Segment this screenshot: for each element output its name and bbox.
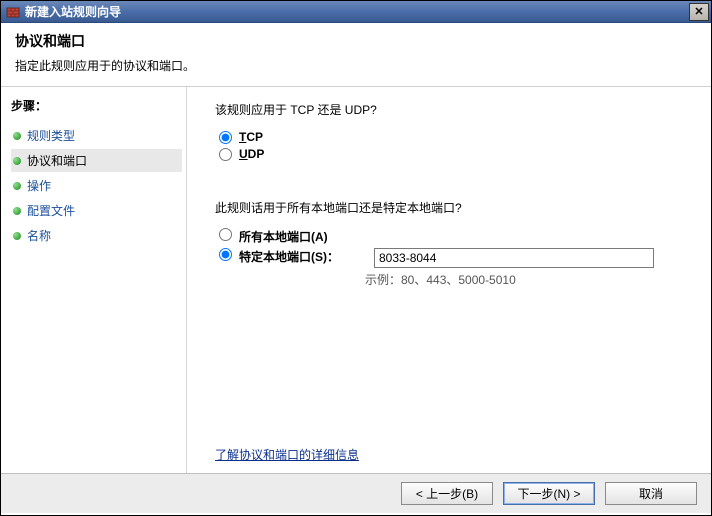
- radio-tcp[interactable]: [219, 131, 232, 144]
- radio-specific-ports-row[interactable]: 特定本地端口(S)：: [219, 248, 683, 268]
- radio-all-ports[interactable]: [219, 228, 232, 241]
- next-button[interactable]: 下一步(N) >: [503, 482, 595, 505]
- step-rule-type[interactable]: 规则类型: [11, 124, 182, 147]
- step-protocol-ports[interactable]: 协议和端口: [11, 149, 182, 172]
- step-profile[interactable]: 配置文件: [11, 199, 182, 222]
- radio-udp-row[interactable]: UDP: [219, 147, 683, 161]
- page-title: 协议和端口: [15, 31, 697, 51]
- cancel-button[interactable]: 取消: [605, 482, 697, 505]
- page-subtitle: 指定此规则应用于的协议和端口。: [15, 57, 697, 74]
- radio-all-ports-label: 所有本地端口(A): [239, 228, 369, 245]
- firewall-icon: [5, 4, 21, 20]
- step-label: 名称: [27, 227, 51, 244]
- bullet-icon: [13, 157, 21, 165]
- wizard-content: 该规则应用于 TCP 还是 UDP? TCP UDP 此规则话用于所有本地端口还…: [187, 87, 711, 473]
- steps-heading: 步骤：: [11, 97, 182, 114]
- close-button[interactable]: ✕: [689, 3, 709, 21]
- radio-specific-ports[interactable]: [219, 248, 232, 261]
- radio-udp[interactable]: [219, 148, 232, 161]
- radio-tcp-row[interactable]: TCP: [219, 130, 683, 144]
- step-name[interactable]: 名称: [11, 224, 182, 247]
- step-label: 协议和端口: [27, 152, 87, 169]
- bullet-icon: [13, 232, 21, 240]
- radio-all-ports-row[interactable]: 所有本地端口(A): [219, 228, 683, 245]
- bullet-icon: [13, 132, 21, 140]
- wizard-sidebar: 步骤： 规则类型 协议和端口 操作 配置文件 名称: [1, 87, 187, 473]
- port-question: 此规则话用于所有本地端口还是特定本地端口?: [215, 199, 683, 216]
- wizard-header: 协议和端口 指定此规则应用于的协议和端口。: [1, 23, 711, 87]
- wizard-footer: < 上一步(B) 下一步(N) > 取消: [1, 473, 711, 513]
- back-button[interactable]: < 上一步(B): [401, 482, 493, 505]
- step-label: 配置文件: [27, 202, 75, 219]
- titlebar: 新建入站规则向导 ✕: [1, 1, 711, 23]
- radio-specific-ports-label: 特定本地端口(S)：: [239, 248, 369, 265]
- protocol-question: 该规则应用于 TCP 还是 UDP?: [215, 101, 683, 118]
- bullet-icon: [13, 182, 21, 190]
- port-example: 示例：80、443、5000-5010: [365, 271, 683, 288]
- step-label: 操作: [27, 177, 51, 194]
- step-action[interactable]: 操作: [11, 174, 182, 197]
- radio-udp-label: UDP: [239, 147, 264, 161]
- window-title: 新建入站规则向导: [25, 3, 689, 20]
- learn-more-link[interactable]: 了解协议和端口的详细信息: [215, 446, 359, 463]
- step-label: 规则类型: [27, 127, 75, 144]
- specific-ports-input[interactable]: [374, 248, 654, 268]
- bullet-icon: [13, 207, 21, 215]
- radio-tcp-label: TCP: [239, 130, 263, 144]
